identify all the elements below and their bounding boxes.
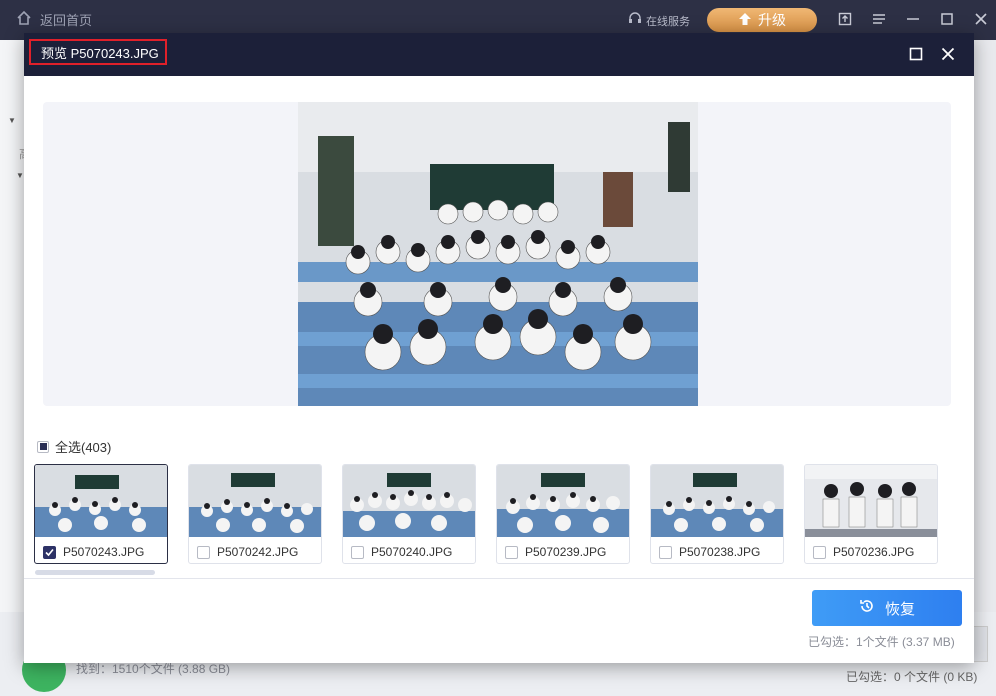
upgrade-label: 升级 bbox=[758, 12, 786, 28]
recover-button[interactable]: 恢复 bbox=[812, 590, 962, 626]
thumbnail-checkbox[interactable] bbox=[197, 545, 210, 559]
back-home-label: 返回首页 bbox=[40, 13, 93, 28]
thumbnail-item[interactable]: P5070242.JPG bbox=[188, 464, 322, 564]
online-service-button[interactable]: 在线服务 bbox=[628, 12, 690, 29]
preview-area bbox=[43, 102, 951, 406]
thumbnail-item[interactable]: P5070236.JPG bbox=[804, 464, 938, 564]
thumbnail-item[interactable]: P5070238.JPG bbox=[650, 464, 784, 564]
thumbnail-checkbox[interactable] bbox=[505, 545, 518, 559]
thumbnail-item[interactable]: P5070243.JPG bbox=[34, 464, 168, 564]
thumbnail-checkbox[interactable] bbox=[351, 545, 364, 559]
thumbnail-image bbox=[189, 465, 321, 537]
thumbnail-filename: P5070242.JPG bbox=[217, 545, 299, 559]
recover-label: 恢复 bbox=[884, 600, 915, 618]
thumbnail-filename: P5070236.JPG bbox=[833, 545, 915, 559]
home-icon bbox=[16, 10, 32, 29]
dialog-close-icon[interactable] bbox=[940, 46, 956, 62]
thumbnail-item[interactable]: P5070240.JPG bbox=[342, 464, 476, 564]
select-all-check-icon[interactable] bbox=[37, 440, 49, 453]
thumbnail-checkbox[interactable] bbox=[43, 545, 56, 559]
background-selected-text: 已勾选：0 个文件 (0 KB) bbox=[846, 670, 978, 684]
expand-arrow-icon[interactable]: ▼ bbox=[16, 171, 24, 180]
online-service-label: 在线服务 bbox=[646, 15, 690, 28]
checkmark-icon bbox=[45, 548, 54, 556]
dialog-header: 预览 P5070243.JPG bbox=[24, 33, 974, 76]
thumbnail-image bbox=[35, 465, 167, 537]
back-home-button[interactable]: 返回首页 bbox=[16, 10, 92, 29]
thumbnail-checkbox[interactable] bbox=[813, 545, 826, 559]
thumbnail-scrollbar[interactable] bbox=[35, 570, 155, 575]
feedback-icon[interactable] bbox=[836, 10, 854, 28]
select-all-label: 全选(403) bbox=[55, 440, 112, 455]
maximize-icon[interactable] bbox=[938, 10, 956, 28]
headset-icon bbox=[628, 12, 642, 29]
history-icon bbox=[859, 598, 875, 618]
minimize-icon[interactable] bbox=[904, 10, 922, 28]
thumbnail-image bbox=[497, 465, 629, 537]
divider bbox=[24, 578, 974, 579]
select-all-checkbox[interactable]: 全选(403) bbox=[37, 437, 111, 456]
preview-dialog: 预览 P5070243.JPG 全选(403) P5070243.JPG P50… bbox=[24, 33, 974, 663]
close-icon[interactable] bbox=[972, 10, 990, 28]
dialog-title: 预览 P5070243.JPG bbox=[29, 39, 167, 65]
background-sidebar: ▼ 高 ▼ bbox=[0, 40, 31, 620]
upgrade-icon bbox=[738, 12, 752, 29]
preview-image bbox=[298, 102, 698, 406]
thumbnail-image bbox=[651, 465, 783, 537]
thumbnail-filename: P5070240.JPG bbox=[371, 545, 453, 559]
thumbnail-checkbox[interactable] bbox=[659, 545, 672, 559]
expand-arrow-icon[interactable]: ▼ bbox=[8, 116, 16, 125]
thumbnail-filename: P5070238.JPG bbox=[679, 545, 761, 559]
thumbnail-filename: P5070243.JPG bbox=[63, 545, 145, 559]
thumbnail-strip: P5070243.JPG P5070242.JPG P5070240.JPG P… bbox=[34, 464, 954, 566]
maximize-icon[interactable] bbox=[908, 46, 924, 62]
menu-icon[interactable] bbox=[870, 10, 888, 28]
thumbnail-item[interactable]: P5070239.JPG bbox=[496, 464, 630, 564]
selected-files-info: 已勾选：1个文件 (3.37 MB) bbox=[808, 635, 955, 649]
thumbnail-image bbox=[805, 465, 937, 537]
upgrade-button[interactable]: 升级 bbox=[707, 8, 817, 32]
thumbnail-filename: P5070239.JPG bbox=[525, 545, 607, 559]
thumbnail-image bbox=[343, 465, 475, 537]
